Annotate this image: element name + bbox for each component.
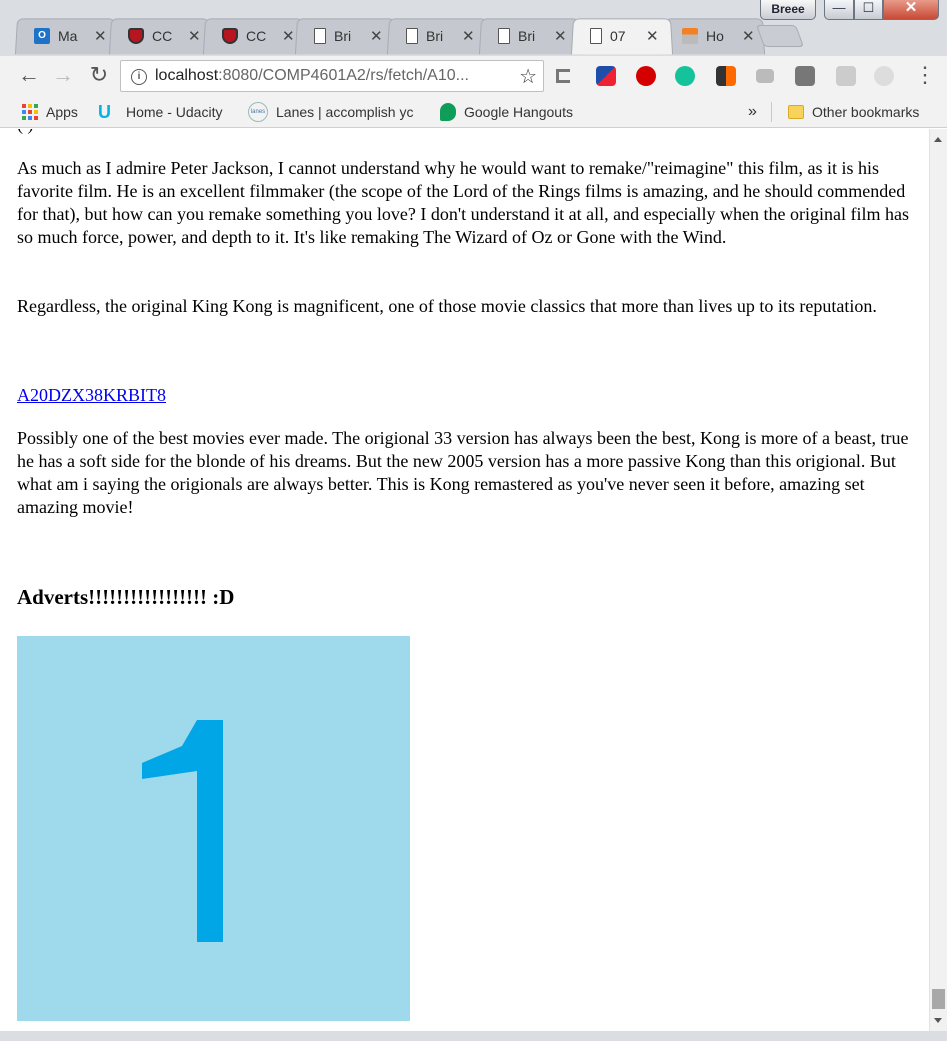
bookmark-other-bookmarks[interactable]: Other bookmarks [788,96,919,128]
review-paragraph: Possibly one of the best movies ever mad… [17,428,909,517]
advert-image[interactable] [17,636,410,1021]
tab-title: CC [246,28,267,44]
extension-cast-icon[interactable] [756,69,774,83]
close-icon[interactable]: ✕ [282,27,295,45]
bookmark-label: Google Hangouts [464,104,573,120]
clipped-text-line: ( ) [17,129,34,136]
extension-grammarly-icon[interactable] [675,66,695,86]
scroll-down-arrow-icon[interactable] [934,1018,942,1023]
bookmark-label: Home - Udacity [126,104,223,120]
adverts-heading: Adverts!!!!!!!!!!!!!!!!! :D [17,585,235,609]
extension-puzzle-icon[interactable] [596,66,616,86]
url-text[interactable]: localhost:8080/COMP4601A2/rs/fetch/A10..… [155,67,469,85]
browser-toolbar: ← → ↻ i localhost:8080/COMP4601A2/rs/fet… [0,56,947,96]
close-icon[interactable]: ✕ [742,27,755,45]
apps-grid-icon [22,104,38,120]
close-icon[interactable]: ✕ [554,27,567,45]
document-icon [590,28,602,44]
outlook-icon: O [34,28,50,44]
tab-title: 07 [610,28,626,44]
close-window-button[interactable]: ✕ [883,0,939,20]
minimize-button[interactable]: — [824,0,854,20]
extension-adblock-icon[interactable] [636,66,656,86]
tab-title: Bri [334,28,352,44]
extension-script-icon[interactable] [716,66,736,86]
close-icon[interactable]: ✕ [94,27,107,45]
lanes-icon: lanes [248,102,268,122]
shield-icon [128,28,144,44]
stackoverflow-icon [682,28,698,44]
review-paragraph: Regardless, the original King Kong is ma… [17,296,877,316]
maximize-button[interactable]: ☐ [854,0,883,20]
tab-strip: O Ma ✕ CC ✕ CC ✕ Bri ✕ Bri ✕ Bri ✕ 07 ✕ … [14,18,806,55]
reload-icon[interactable]: ↻ [86,62,112,88]
reviewer-link[interactable]: A20DZX38KRBIT8 [17,384,166,407]
folder-icon [788,105,804,119]
bookmark-apps[interactable]: Apps [22,96,78,128]
bookmarks-bar: Apps U Home - Udacity lanes Lanes | acco… [0,96,947,128]
forward-arrow-icon[interactable]: → [50,62,76,88]
close-icon[interactable]: ✕ [646,27,659,45]
tab-title: Ho [706,28,724,44]
bookmark-label: Other bookmarks [812,104,920,120]
extension-jar-icon[interactable] [836,66,856,86]
bookmark-star-icon[interactable]: ☆ [519,64,537,89]
window-bottom-border [0,1031,947,1041]
bookmark-label: Lanes | accomplish yc [276,104,414,120]
bookmark-hangouts[interactable]: Google Hangouts [440,96,573,128]
hangouts-icon [440,103,456,121]
scrollbar-thumb[interactable] [932,989,945,1009]
url-path: :8080/COMP4601A2/rs/fetch/A10... [218,67,469,84]
document-icon [498,28,510,44]
tab-title: CC [152,28,173,44]
info-icon[interactable]: i [131,69,147,85]
document-icon [406,28,418,44]
url-host: localhost [155,67,219,84]
page-viewport: ( ) As much as I admire Peter Jackson, I… [0,129,929,1031]
extension-react-icon[interactable] [874,66,894,86]
shield-icon [222,28,238,44]
document-icon [314,28,326,44]
close-icon[interactable]: ✕ [462,27,475,45]
bookmark-label: Apps [46,104,78,120]
bookmark-udacity[interactable]: U Home - Udacity [98,96,222,128]
chrome-menu-icon[interactable]: ⋮ [914,62,936,88]
close-icon[interactable]: ✕ [370,27,383,45]
extension-box-icon[interactable] [795,66,815,86]
bookmarks-divider [771,102,772,122]
address-bar[interactable]: i localhost:8080/COMP4601A2/rs/fetch/A10… [120,60,544,92]
tab-title: Ma [58,28,78,44]
tab-title: Bri [518,28,536,44]
close-icon[interactable]: ✕ [188,27,201,45]
bookmarks-overflow-button[interactable]: » [748,96,757,128]
bookmark-lanes[interactable]: lanes Lanes | accomplish yc [248,96,416,128]
review-paragraph: As much as I admire Peter Jackson, I can… [17,158,910,247]
window-titlebar: O Ma ✕ CC ✕ CC ✕ Bri ✕ Bri ✕ Bri ✕ 07 ✕ … [0,0,947,56]
profile-button[interactable]: Breee [760,0,816,20]
extension-c-icon[interactable] [556,69,570,83]
advert-number-one [142,720,223,942]
scroll-up-arrow-icon[interactable] [934,137,942,142]
vertical-scrollbar[interactable] [929,129,947,1031]
back-arrow-icon[interactable]: ← [16,62,42,88]
tab-title: Bri [426,28,444,44]
udacity-icon: U [98,102,111,122]
